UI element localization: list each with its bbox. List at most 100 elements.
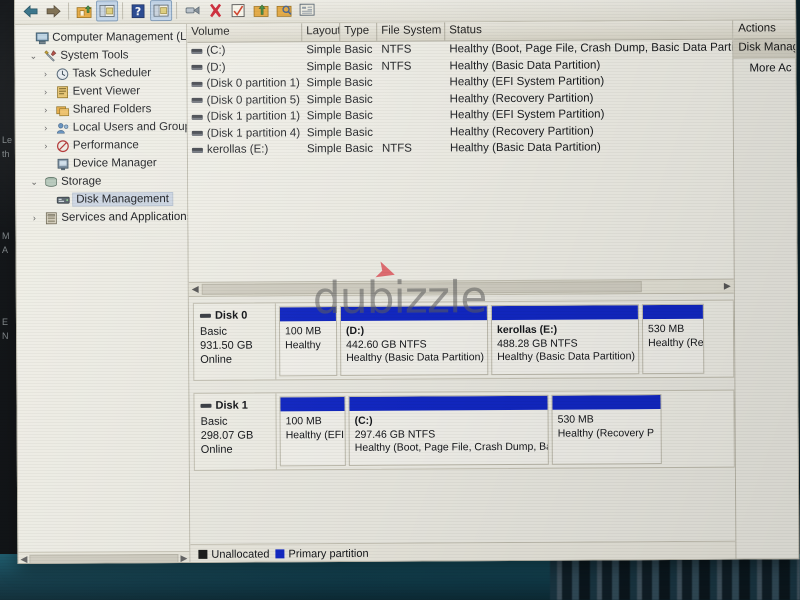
type-cell: Basic (344, 110, 373, 123)
delete-icon[interactable] (204, 0, 226, 21)
primary-partition-swatch-icon (275, 549, 285, 559)
disk-icon (55, 193, 70, 207)
expander-icon[interactable]: › (40, 105, 52, 115)
partition-block[interactable]: 100 MB Healthy (278, 306, 338, 377)
partition-strip: 100 MBHealthy (EFI S(C:)297.46 GB NTFSHe… (276, 391, 733, 470)
back-icon[interactable] (19, 1, 41, 22)
toolbar-separator (68, 2, 70, 20)
volume-icon (191, 81, 203, 87)
unallocated-swatch-icon (198, 549, 208, 559)
volume-name: (Disk 0 partition 5) (206, 94, 300, 107)
tree-item-label: Local Users and Groups (72, 120, 187, 134)
volume-list: Volume Layout Type File System Status (C… (187, 20, 734, 282)
column-header-volume[interactable]: Volume (187, 23, 303, 42)
volume-row[interactable]: kerollas (E:) Simple Basic NTFS Healthy (Bas… (188, 139, 733, 159)
tree-item-system-tools[interactable]: ⌄ System Tools (17, 46, 186, 65)
scroll-left-arrow-icon[interactable]: ◀ (20, 553, 27, 564)
expander-icon[interactable]: › (39, 69, 51, 79)
status-cell: Healthy (EFI System Partition) (449, 108, 605, 122)
volume-name: (D:) (206, 61, 226, 74)
tree-item-local-users-and-groups[interactable]: › Local Users and Groups (18, 118, 187, 137)
partition-text: 100 MBHealthy (EFI S (281, 411, 345, 446)
scroll-right-arrow-icon[interactable]: ▶ (180, 552, 187, 563)
tree-item-device-manager[interactable]: Device Manager (18, 154, 187, 173)
window-body: Computer Management (Local ⌄ System Tools… (15, 20, 799, 564)
disk-row-disk-0[interactable]: Disk 0 Basic 931.50 GB Online 100 MB Healthy(… (192, 299, 735, 381)
expander-icon[interactable]: › (28, 213, 40, 223)
partition-color-bar (279, 307, 336, 322)
checklist-icon[interactable] (227, 0, 249, 21)
disk-info[interactable]: Disk 1 Basic 298.07 GB Online (194, 393, 277, 470)
layout-cell: Simple (306, 126, 341, 139)
disk-name: Disk 0 (214, 309, 248, 322)
forward-icon[interactable] (42, 1, 64, 22)
column-header-status[interactable]: Status (445, 21, 732, 41)
list-view-icon[interactable] (296, 0, 318, 20)
tree-item-label: Storage (61, 175, 102, 188)
more-actions-item[interactable]: More Ac (733, 58, 795, 74)
partition-status: Healthy (Recovery P (557, 426, 655, 440)
status-cell: Healthy (EFI System Partition) (449, 75, 605, 89)
partition-size: 488.28 GB NTFS (497, 337, 578, 350)
toolbar-separator (122, 2, 124, 20)
export-icon[interactable] (250, 0, 272, 21)
scroll-thumb[interactable] (201, 281, 642, 295)
layout-cell: Simple (306, 93, 341, 106)
up-folder-icon[interactable] (73, 1, 95, 22)
tree-item-task-scheduler[interactable]: › Task Scheduler (17, 64, 186, 83)
disk-state: Online (200, 353, 233, 366)
properties-icon[interactable] (181, 0, 203, 21)
layout-cell: Simple (306, 44, 341, 57)
partition-block[interactable]: kerollas (E:) 488.28 GB NTFS Healthy (Basi… (490, 304, 640, 376)
partition-text: 100 MB Healthy (280, 321, 336, 356)
volume-cell: (Disk 0 partition 5) (188, 94, 303, 107)
column-header-layout[interactable]: Layout (302, 23, 341, 42)
search-folder-icon[interactable] (273, 0, 295, 20)
desk-clutter (550, 558, 800, 600)
tree-item-label: Performance (72, 139, 139, 152)
tree-item-label: System Tools (60, 49, 129, 62)
disk-name-row: Disk 0 (199, 308, 269, 322)
graphical-disk-view: Disk 0 Basic 931.50 GB Online 100 MB Healthy(… (188, 293, 736, 544)
tree-item-services-and-applications[interactable]: › Services and Applications (18, 208, 188, 227)
partition-block[interactable]: (D:) 442.60 GB NTFS Healthy (Basic Data Pa… (339, 305, 489, 377)
scroll-right-arrow-icon[interactable]: ▶ (724, 281, 731, 292)
disk-info[interactable]: Disk 0 Basic 931.50 GB Online (193, 303, 277, 380)
console-tree: Computer Management (Local ⌄ System Tools… (15, 24, 188, 227)
volume-cell: kerollas (E:) (188, 143, 303, 156)
tree-item-shared-folders[interactable]: › Shared Folders (18, 100, 187, 119)
tree-item-event-viewer[interactable]: › Event Viewer (18, 82, 187, 101)
partition-block[interactable]: 100 MBHealthy (EFI S (279, 395, 346, 467)
status-cell: Healthy (Basic Data Partition) (449, 59, 601, 73)
volume-name: kerollas (E:) (206, 143, 269, 157)
scroll-thumb[interactable] (29, 553, 179, 564)
disk-row-disk-1[interactable]: Disk 1 Basic 298.07 GB Online 100 MB Healthy … (193, 389, 735, 471)
expander-icon[interactable]: ⌄ (28, 176, 40, 187)
partition-block[interactable]: (C:) 297.46 GB NTFS Healthy (Boot, Page Fi… (348, 394, 549, 466)
tree-item-performance[interactable]: › Performance (18, 136, 187, 155)
services-icon (43, 211, 58, 225)
partition-label: kerollas (E:) (497, 323, 558, 337)
partition-block[interactable]: 530 MB Healthy (Recovery P (551, 394, 662, 465)
show-hide-tree-icon[interactable] (96, 0, 119, 22)
partition-label: (C:) (354, 414, 373, 427)
volume-rows: (C:) Simple Basic NTFS Healthy (Boot, Page F… (187, 40, 733, 159)
properties-pane-icon[interactable] (150, 0, 173, 22)
column-header-type[interactable]: Type (340, 22, 378, 42)
tree-root-computer-management[interactable]: Computer Management (Local (17, 28, 186, 47)
tree-horizontal-scrollbar[interactable]: ◀ ▶ (18, 550, 190, 564)
help-icon[interactable]: ? (127, 0, 149, 21)
tree-item-storage[interactable]: ⌄ Storage (18, 172, 187, 191)
column-header-file-system[interactable]: File System (377, 22, 446, 41)
users-icon (55, 121, 70, 135)
partition-block[interactable]: 530 MB Healthy (Rec (641, 303, 705, 375)
file-system-cell: NTFS (381, 60, 412, 73)
expander-icon[interactable]: ⌄ (27, 50, 39, 61)
expander-icon[interactable]: › (40, 123, 52, 133)
expander-icon[interactable]: › (40, 87, 52, 97)
volume-cell: (Disk 1 partition 1) (188, 110, 303, 123)
scroll-left-arrow-icon[interactable]: ◀ (192, 284, 199, 295)
expander-icon[interactable]: › (40, 141, 52, 151)
log-icon (55, 85, 70, 99)
tree-item-disk-management[interactable]: Disk Management (18, 190, 187, 209)
